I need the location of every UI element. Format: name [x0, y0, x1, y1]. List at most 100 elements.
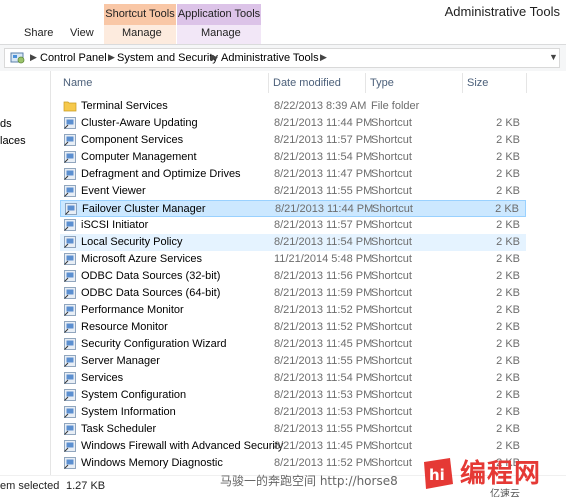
task-scheduler-icon: [63, 422, 77, 436]
file-size: 2 KB: [496, 270, 520, 282]
file-row[interactable]: Defragment and Optimize Drives 8/21/2013 …: [60, 166, 526, 183]
file-date-modified: 8/21/2013 11:44 PM: [275, 203, 374, 215]
file-row[interactable]: Resource Monitor 8/21/2013 11:52 PM Shortc…: [60, 319, 526, 336]
file-size: 2 KB: [496, 423, 520, 435]
breadcrumb-chevron-icon[interactable]: ▶: [108, 52, 115, 63]
file-type: Shortcut: [371, 423, 412, 435]
breadcrumb-chevron-icon[interactable]: ▶: [211, 52, 218, 63]
firewall-icon: [63, 439, 77, 453]
file-row[interactable]: Cluster-Aware Updating 8/21/2013 11:44 PM…: [60, 115, 526, 132]
column-header-size[interactable]: Size: [462, 73, 526, 95]
file-row[interactable]: iSCSI Initiator 8/21/2013 11:57 PM Shortcu…: [60, 217, 526, 234]
column-header-type[interactable]: Type: [365, 73, 462, 95]
file-name: Windows Memory Diagnostic: [81, 457, 223, 469]
file-row[interactable]: Task Scheduler 8/21/2013 11:55 PM Shortcut…: [60, 421, 526, 438]
file-date-modified: 8/21/2013 11:55 PM: [274, 423, 373, 435]
watermark-text: 马骏一的奔跑空间 http://horse8: [220, 474, 398, 488]
file-size: 2 KB: [496, 406, 520, 418]
file-date-modified: 8/21/2013 11:54 PM: [274, 151, 373, 163]
breadcrumb-chevron-icon[interactable]: ▶: [320, 52, 327, 63]
file-type: Shortcut: [371, 117, 412, 129]
tab-share[interactable]: Share: [24, 27, 53, 39]
file-date-modified: 8/21/2013 11:54 PM: [274, 236, 373, 248]
file-type: Shortcut: [371, 440, 412, 452]
file-row[interactable]: Performance Monitor 8/21/2013 11:52 PM Sho…: [60, 302, 526, 319]
file-date-modified: 8/21/2013 11:55 PM: [274, 355, 373, 367]
file-row[interactable]: ODBC Data Sources (32-bit) 8/21/2013 11:5…: [60, 268, 526, 285]
breadcrumb-system-security[interactable]: System and Security: [117, 52, 218, 64]
file-row[interactable]: System Information 8/21/2013 11:53 PM Shor…: [60, 404, 526, 421]
tab-manage-shortcut[interactable]: Manage: [122, 27, 162, 39]
status-selected-count: em selected: [0, 480, 60, 492]
file-name: Computer Management: [81, 151, 197, 163]
file-type: Shortcut: [371, 406, 412, 418]
file-size: 2 KB: [496, 168, 520, 180]
file-row[interactable]: Component Services 8/21/2013 11:57 PM Shor…: [60, 132, 526, 149]
column-header-date-modified[interactable]: Date modified: [268, 73, 365, 95]
file-date-modified: 8/21/2013 11:52 PM: [274, 321, 373, 333]
memory-diagnostic-icon: [63, 456, 77, 470]
system-config-icon: [63, 388, 77, 402]
file-type: Shortcut: [371, 134, 412, 146]
file-size: 2 KB: [496, 389, 520, 401]
window-title: Administrative Tools: [444, 4, 560, 19]
file-row[interactable]: Microsoft Azure Services 11/21/2014 5:48 …: [60, 251, 526, 268]
file-size: 2 KB: [496, 287, 520, 299]
security-wizard-icon: [63, 337, 77, 351]
breadcrumb-administrative-tools[interactable]: Administrative Tools: [221, 52, 319, 64]
nav-item-recent-places[interactable]: laces: [0, 135, 26, 147]
file-type: Shortcut: [371, 372, 412, 384]
file-size: 2 KB: [496, 321, 520, 333]
file-name: Resource Monitor: [81, 321, 168, 333]
file-date-modified: 8/21/2013 11:52 PM: [274, 304, 373, 316]
history-dropdown-icon[interactable]: ▼: [549, 52, 558, 62]
file-date-modified: 11/21/2014 5:48 PM: [274, 253, 373, 265]
address-field[interactable]: ▶ Control Panel ▶ System and Security ▶ …: [4, 48, 560, 68]
system-info-icon: [63, 405, 77, 419]
file-name: Cluster-Aware Updating: [81, 117, 198, 129]
file-name: Local Security Policy: [81, 236, 183, 248]
nav-item-downloads[interactable]: ds: [0, 118, 12, 130]
file-size: 2 KB: [496, 355, 520, 367]
file-type: Shortcut: [371, 253, 412, 265]
file-type: Shortcut: [371, 236, 412, 248]
file-name: Security Configuration Wizard: [81, 338, 227, 350]
security-policy-icon: [63, 235, 77, 249]
file-row[interactable]: Event Viewer 8/21/2013 11:55 PM Shortcut 2 …: [60, 183, 526, 200]
folder-icon: [63, 99, 77, 113]
file-type: File folder: [371, 100, 420, 112]
file-row[interactable]: ODBC Data Sources (64-bit) 8/21/2013 11:5…: [60, 285, 526, 302]
file-type: Shortcut: [371, 355, 412, 367]
file-name: Defragment and Optimize Drives: [81, 168, 241, 180]
file-date-modified: 8/21/2013 11:59 PM: [274, 287, 373, 299]
file-type: Shortcut: [371, 270, 412, 282]
column-separator[interactable]: [526, 73, 527, 93]
file-date-modified: 8/21/2013 11:53 PM: [274, 389, 373, 401]
tab-view[interactable]: View: [70, 27, 94, 39]
file-row[interactable]: Computer Management 8/21/2013 11:54 PM Sho…: [60, 149, 526, 166]
tab-manage-application[interactable]: Manage: [201, 27, 241, 39]
file-size: 2 KB: [496, 117, 520, 129]
file-row[interactable]: Security Configuration Wizard 8/21/2013 1…: [60, 336, 526, 353]
server-manager-icon: [63, 354, 77, 368]
iscsi-icon: [63, 218, 77, 232]
file-row[interactable]: Server Manager 8/21/2013 11:55 PM Shortcut…: [60, 353, 526, 370]
control-panel-icon: [10, 52, 25, 64]
column-header-name[interactable]: Name: [58, 73, 268, 95]
file-name: System Information: [81, 406, 176, 418]
file-name: ODBC Data Sources (32-bit): [81, 270, 221, 282]
file-size: 2 KB: [496, 151, 520, 163]
breadcrumb-control-panel[interactable]: Control Panel: [40, 52, 107, 64]
file-type: Shortcut: [371, 304, 412, 316]
file-size: 2 KB: [496, 253, 520, 265]
file-row[interactable]: Services 8/21/2013 11:54 PM Shortcut 2 KB: [60, 370, 526, 387]
file-date-modified: 8/21/2013 11:57 PM: [274, 219, 373, 231]
file-row[interactable]: Terminal Services 8/22/2013 8:39 AM File f…: [60, 98, 526, 115]
file-row[interactable]: System Configuration 8/21/2013 11:53 PM Sh…: [60, 387, 526, 404]
file-row[interactable]: Failover Cluster Manager 8/21/2013 11:44 …: [60, 200, 526, 217]
resource-monitor-icon: [63, 320, 77, 334]
breadcrumb-chevron-icon[interactable]: ▶: [30, 52, 37, 63]
file-date-modified: 8/21/2013 11:44 PM: [274, 117, 373, 129]
file-row[interactable]: Local Security Policy 8/21/2013 11:54 PM S…: [60, 234, 526, 251]
file-name: Services: [81, 372, 124, 384]
